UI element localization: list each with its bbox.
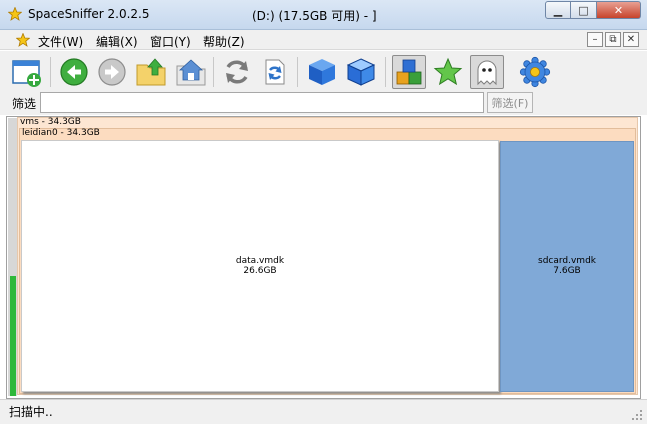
drive-label: (D:) (17.5GB 可用) - ] [252, 9, 377, 23]
filter-input[interactable] [40, 92, 484, 113]
back-button[interactable] [57, 55, 91, 89]
refresh-icon [226, 60, 248, 84]
toolbar-separator [50, 57, 51, 87]
colored-blocks-button[interactable] [392, 55, 426, 89]
refresh-document-button[interactable] [258, 55, 292, 89]
up-folder-icon [136, 58, 166, 86]
close-button[interactable]: ✕ [597, 1, 641, 19]
settings-button[interactable] [518, 55, 552, 89]
mdi-close-button[interactable]: ✕ [623, 32, 639, 47]
ghost-button[interactable] [470, 55, 504, 89]
resize-grip-icon[interactable] [631, 409, 643, 421]
filter-button[interactable]: 筛选(F) [487, 92, 533, 113]
tile-size: 26.6GB [243, 266, 277, 276]
treemap-tile-sdcard-vmdk[interactable]: sdcard.vmdk 7.6GB [500, 141, 634, 392]
folder-label-leidian0: leidian0 - 34.3GB [22, 128, 100, 138]
status-bar: 扫描中.. [0, 399, 647, 424]
filter-bar: 筛选 筛选(F) [0, 91, 647, 115]
scan-progress-fill [10, 276, 16, 396]
toolbar [0, 51, 647, 91]
mdi-restore-button[interactable]: ⧉ [605, 32, 621, 47]
tile-name: data.vmdk [235, 256, 285, 266]
app-star-icon [8, 7, 22, 21]
refresh-button[interactable] [220, 55, 254, 89]
menu-window[interactable]: 窗口(Y) [150, 33, 191, 50]
mdi-minimize-button[interactable]: – [587, 32, 603, 47]
menu-edit[interactable]: 编辑(X) [96, 33, 138, 50]
title-bar: SpaceSniffer 2.0.2.5 (D:) (17.5GB 可用) - … [0, 0, 647, 30]
blue-cube-icon [309, 59, 335, 85]
toolbar-separator [297, 57, 298, 87]
forward-icon [98, 58, 126, 86]
star-icon [433, 57, 463, 86]
blue-cube-outline-button[interactable] [344, 55, 378, 89]
back-icon [60, 58, 88, 86]
refresh-document-icon [265, 59, 285, 85]
mdi-controls: – ⧉ ✕ [587, 32, 639, 47]
new-window-button[interactable] [10, 55, 44, 89]
folder-label-vms: vms - 34.3GB [20, 117, 81, 127]
forward-button[interactable] [95, 55, 129, 89]
toolbar-separator [213, 57, 214, 87]
menu-star-icon[interactable] [16, 33, 30, 47]
blue-cube-button[interactable] [305, 55, 339, 89]
settings-gear-icon [519, 56, 551, 88]
star-button[interactable] [431, 55, 465, 89]
status-text: 扫描中.. [9, 405, 53, 419]
ghost-icon [477, 60, 497, 86]
maximize-button[interactable]: □ [571, 1, 597, 19]
tile-size: 7.6GB [553, 266, 581, 276]
window-controls: ▁ □ ✕ [545, 1, 641, 19]
minimize-button[interactable]: ▁ [545, 1, 571, 19]
blue-cube-outline-icon [346, 58, 376, 86]
tile-name: sdcard.vmdk [538, 256, 596, 266]
menu-file[interactable]: 文件(W) [38, 33, 83, 50]
treemap-tile-data-vmdk[interactable]: data.vmdk 26.6GB [21, 140, 499, 392]
home-folder-button[interactable] [174, 55, 208, 89]
menu-bar: 文件(W) 编辑(X) 窗口(Y) 帮助(Z) – ⧉ ✕ [0, 30, 647, 50]
toolbar-separator [385, 57, 386, 87]
window-title: SpaceSniffer 2.0.2.5 [28, 7, 150, 21]
home-folder-icon [176, 59, 206, 86]
up-folder-button[interactable] [134, 55, 168, 89]
menu-help[interactable]: 帮助(Z) [203, 33, 245, 50]
filter-label: 筛选 [12, 97, 37, 111]
new-window-icon [12, 60, 41, 87]
colored-blocks-icon [396, 59, 422, 85]
